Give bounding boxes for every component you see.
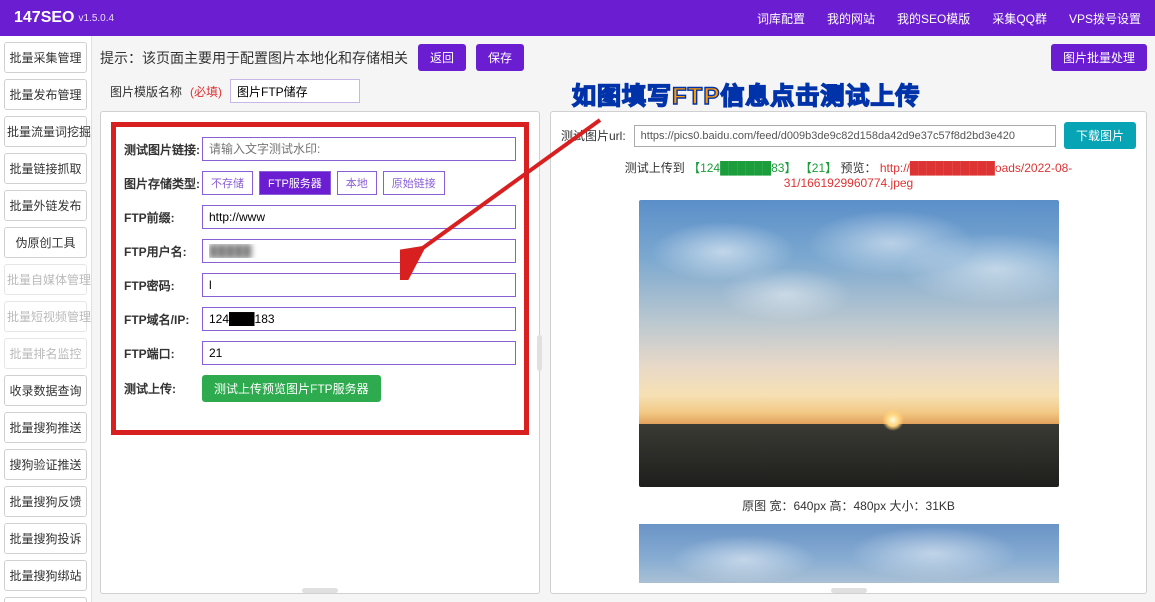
- store-option[interactable]: FTP服务器: [259, 171, 331, 195]
- sidebar-item[interactable]: 批量采集管理: [4, 42, 87, 73]
- nav-item[interactable]: 词库配置: [757, 10, 805, 27]
- brand-version: v1.5.0.4: [78, 13, 114, 24]
- ftp-host-input[interactable]: [202, 307, 516, 331]
- test-upload-button[interactable]: 测试上传预览图片FTP服务器: [202, 375, 381, 402]
- store-type-label: 图片存储类型:: [124, 175, 202, 192]
- ftp-port-label: FTP端口:: [124, 345, 202, 362]
- sidebar-item[interactable]: 批量外链发布: [4, 190, 87, 221]
- sidebar-item[interactable]: 批量短视频管理: [4, 301, 87, 332]
- config-panel: 测试图片链接: 图片存储类型: 不存储FTP服务器本地原始链接 FTP前缀: F…: [100, 111, 540, 594]
- brand-title: 147SEO: [14, 9, 74, 27]
- preview-url-input[interactable]: [634, 125, 1056, 147]
- main-nav: 词库配置 我的网站 我的SEO模版 采集QQ群 VPS拨号设置: [757, 10, 1141, 27]
- resize-handle-vertical[interactable]: [537, 335, 542, 371]
- ftp-host-label: FTP域名/IP:: [124, 311, 202, 328]
- preview-image-secondary: [639, 524, 1059, 583]
- sidebar-item[interactable]: 伪原创工具: [4, 227, 87, 258]
- required-mark: (必填): [190, 83, 222, 100]
- highlight-box: 测试图片链接: 图片存储类型: 不存储FTP服务器本地原始链接 FTP前缀: F…: [111, 122, 529, 435]
- store-type-options: 不存储FTP服务器本地原始链接: [202, 171, 451, 195]
- preview-url-row: 测试图片url: 下载图片: [561, 122, 1136, 149]
- sidebar-item[interactable]: 批量搜狗绑站: [4, 560, 87, 591]
- ftp-port-input[interactable]: [202, 341, 516, 365]
- test-link-label: 测试图片链接:: [124, 141, 202, 158]
- sidebar-item[interactable]: 收录数据查询: [4, 375, 87, 406]
- sidebar-item[interactable]: 批量搜狗反馈: [4, 486, 87, 517]
- store-option[interactable]: 本地: [337, 171, 377, 195]
- download-image-button[interactable]: 下载图片: [1064, 122, 1136, 149]
- ftp-user-input[interactable]: [202, 239, 516, 263]
- ftp-pass-label: FTP密码:: [124, 277, 202, 294]
- test-link-input[interactable]: [202, 137, 516, 161]
- test-upload-label: 测试上传:: [124, 380, 202, 397]
- preview-panel: 测试图片url: 下载图片 测试上传到 【124██████83】 【21】 预…: [550, 111, 1147, 594]
- preview-url-label: 测试图片url:: [561, 127, 626, 144]
- sidebar-item[interactable]: 搜狗验证推送: [4, 449, 87, 480]
- save-button[interactable]: 保存: [476, 44, 524, 71]
- template-name-row: 图片模版名称 (必填): [100, 79, 1147, 103]
- main-area: 提示：该页面主要用于配置图片本地化和存储相关 返回 保存 图片批量处理 图片模版…: [92, 36, 1155, 602]
- store-option[interactable]: 原始链接: [383, 171, 445, 195]
- resize-handle-horizontal[interactable]: [831, 588, 867, 593]
- nav-item[interactable]: 我的SEO模版: [897, 10, 970, 27]
- resize-handle-horizontal[interactable]: [302, 588, 338, 593]
- sidebar-item[interactable]: 批量自媒体管理: [4, 264, 87, 295]
- store-option[interactable]: 不存储: [202, 171, 253, 195]
- sidebar: 批量采集管理批量发布管理批量流量词挖掘批量链接抓取批量外链发布伪原创工具批量自媒…: [0, 36, 92, 602]
- template-name-label: 图片模版名称: [110, 83, 182, 100]
- ftp-user-label: FTP用户名:: [124, 243, 202, 260]
- sidebar-item[interactable]: 批量搜狗推送: [4, 412, 87, 443]
- sidebar-item[interactable]: 批量发布管理: [4, 79, 87, 110]
- sidebar-item[interactable]: 批量链接抓取: [4, 153, 87, 184]
- nav-item[interactable]: VPS拨号设置: [1069, 10, 1141, 27]
- sidebar-item[interactable]: 批量搜狗投诉: [4, 523, 87, 554]
- preview-image: [639, 200, 1059, 487]
- upload-result-line: 测试上传到 【124██████83】 【21】 预览： http://████…: [561, 159, 1136, 190]
- batch-process-button[interactable]: 图片批量处理: [1051, 44, 1147, 71]
- sidebar-item[interactable]: 批量排名监控: [4, 338, 87, 369]
- top-toolbar: 提示：该页面主要用于配置图片本地化和存储相关 返回 保存 图片批量处理: [100, 44, 1147, 71]
- ftp-pass-input[interactable]: [202, 273, 516, 297]
- nav-item[interactable]: 采集QQ群: [992, 10, 1047, 27]
- image-meta: 原图 宽：640px 高：480px 大小：31KB: [561, 497, 1136, 514]
- nav-item[interactable]: 我的网站: [827, 10, 875, 27]
- template-name-input[interactable]: [230, 79, 360, 103]
- ftp-prefix-label: FTP前缀:: [124, 209, 202, 226]
- sidebar-item[interactable]: 批量流量词挖掘: [4, 116, 87, 147]
- page-hint: 提示：该页面主要用于配置图片本地化和存储相关: [100, 48, 408, 68]
- app-header: 147SEO v1.5.0.4 词库配置 我的网站 我的SEO模版 采集QQ群 …: [0, 0, 1155, 36]
- back-button[interactable]: 返回: [418, 44, 466, 71]
- sidebar-item[interactable]: 百度API推送: [4, 597, 87, 602]
- ftp-prefix-input[interactable]: [202, 205, 516, 229]
